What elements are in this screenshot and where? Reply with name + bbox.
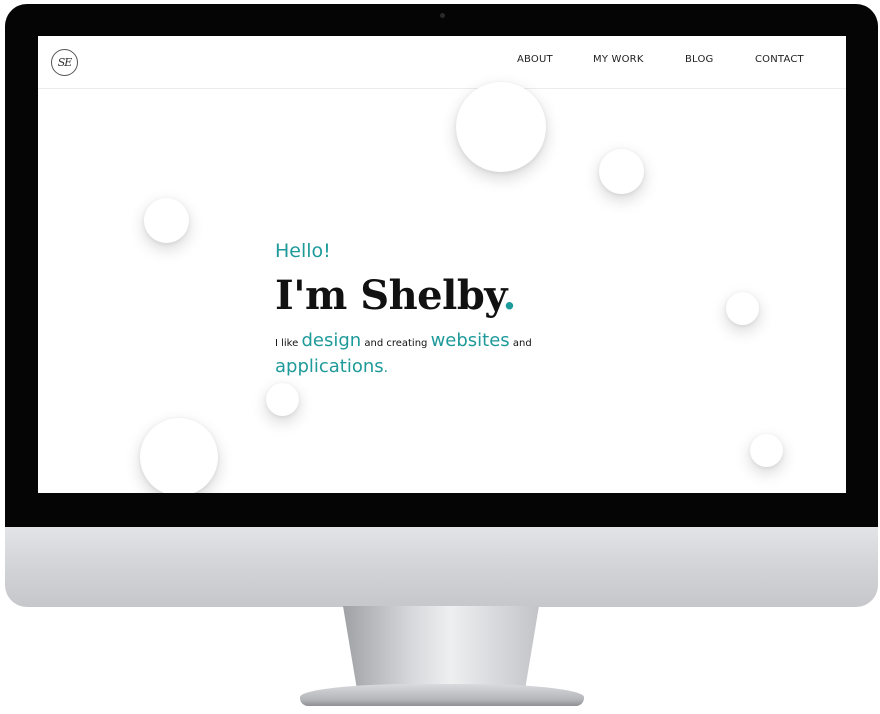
decorative-bubble bbox=[140, 418, 218, 493]
nav-link-my-work[interactable]: MY WORK bbox=[593, 54, 644, 65]
tagline-text: I like bbox=[275, 338, 302, 349]
logo[interactable]: SE bbox=[51, 49, 78, 76]
tagline-highlight-applications: applications bbox=[275, 356, 384, 377]
monitor-stand-base bbox=[300, 684, 584, 706]
decorative-bubble bbox=[144, 198, 189, 243]
website-screen: SE ABOUT MY WORK BLOG CONTACT Hello! I'm… bbox=[38, 36, 846, 493]
hero-headline: I'm Shelby. bbox=[275, 272, 516, 319]
decorative-bubble bbox=[266, 383, 299, 416]
camera-dot bbox=[440, 13, 445, 18]
nav-link-contact[interactable]: CONTACT bbox=[755, 54, 804, 65]
hero-headline-dot: . bbox=[502, 272, 516, 319]
decorative-bubble bbox=[750, 434, 783, 467]
monitor-chin bbox=[5, 527, 878, 607]
decorative-bubble bbox=[726, 292, 759, 325]
nav-link-blog[interactable]: BLOG bbox=[685, 54, 714, 65]
navbar: SE ABOUT MY WORK BLOG CONTACT bbox=[38, 36, 846, 89]
nav-link-about[interactable]: ABOUT bbox=[517, 54, 553, 65]
tagline-highlight-websites: websites bbox=[430, 330, 510, 351]
decorative-bubble bbox=[456, 82, 546, 172]
hero-tagline: I like design and creating websites and … bbox=[275, 329, 575, 380]
tagline-end-dot: . bbox=[383, 360, 389, 376]
tagline-highlight-design: design bbox=[301, 330, 362, 351]
tagline-text: and creating bbox=[361, 338, 431, 349]
tagline-text: and bbox=[509, 338, 532, 349]
decorative-bubble bbox=[599, 149, 644, 194]
hero-headline-text: I'm Shelby bbox=[275, 272, 503, 319]
hero-greeting: Hello! bbox=[275, 240, 331, 262]
monitor-stand bbox=[343, 606, 539, 688]
